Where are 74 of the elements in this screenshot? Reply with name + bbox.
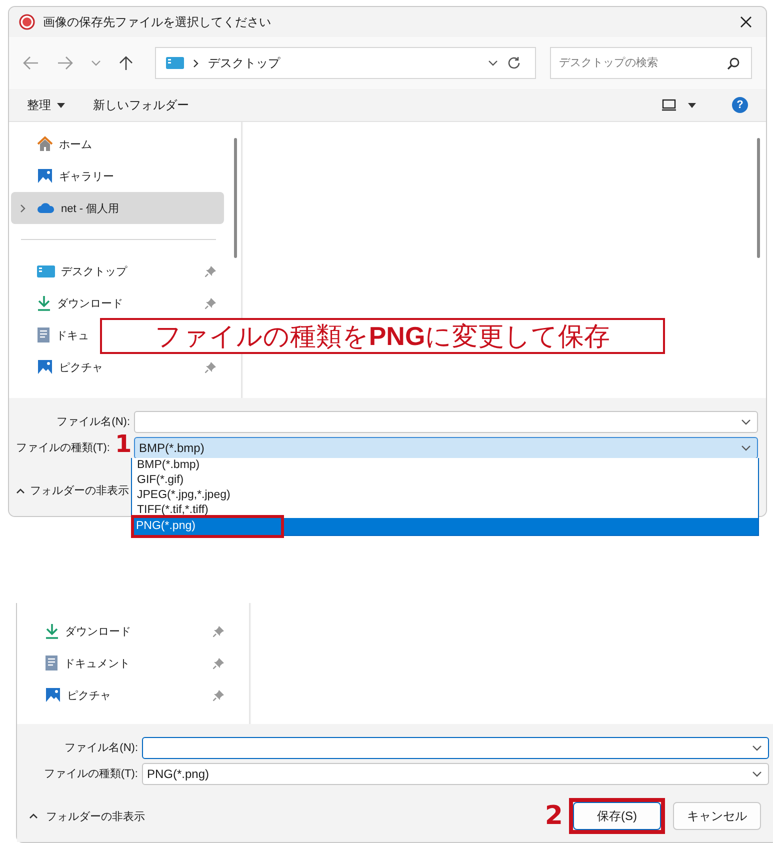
sidebar-item[interactable]: ギャラリー	[11, 166, 120, 186]
hide-folders-button[interactable]: フォルダーの非表示	[23, 804, 151, 828]
organize-button[interactable]: 整理	[19, 94, 73, 116]
chevron-up-icon	[29, 813, 38, 819]
field-label: ファイルの種類(T):	[42, 767, 139, 781]
forward-icon[interactable]	[57, 56, 73, 70]
file-name-field[interactable]	[134, 410, 758, 432]
picture-icon	[45, 687, 61, 703]
step-number: 1	[115, 430, 132, 458]
field-label: ファイル名(N):	[56, 415, 131, 429]
sidebar-item[interactable]: デスクトップ	[11, 261, 224, 281]
step-number: 2	[544, 801, 563, 831]
chevron-down-icon	[752, 744, 762, 750]
breadcrumb-chevron-icon	[193, 58, 199, 68]
help-icon[interactable]: ?	[732, 97, 748, 113]
pin-icon[interactable]	[213, 658, 224, 668]
pin-icon[interactable]	[205, 298, 216, 308]
caret-icon	[57, 102, 65, 108]
search-field[interactable]: デスクトップの検索	[550, 47, 752, 79]
up-icon[interactable]	[119, 55, 133, 71]
dropdown-option[interactable]: BMP(*.bmp)	[132, 458, 758, 473]
pin-icon[interactable]	[205, 266, 216, 276]
chevron-down-icon[interactable]	[488, 60, 498, 66]
download-icon	[37, 295, 51, 311]
desktop-icon	[166, 56, 184, 70]
pin-icon[interactable]	[205, 362, 216, 372]
field-label: ファイル名(N):	[64, 741, 139, 755]
desktop-icon	[37, 264, 55, 278]
scrollbar[interactable]	[234, 138, 237, 258]
field-label: ファイルの種類(T):	[16, 441, 110, 455]
sidebar-item[interactable]: ドキュメント	[19, 647, 232, 679]
document-icon	[37, 327, 50, 343]
pin-icon[interactable]	[213, 626, 224, 636]
window-title: 画像の保存先ファイルを選択してください	[43, 14, 271, 30]
sidebar-item[interactable]: ドキュ	[11, 325, 95, 345]
sidebar-item[interactable]: ピクチャ	[11, 357, 224, 377]
expand-chevron-icon[interactable]	[20, 204, 26, 212]
sidebar-item[interactable]: ダウンロード	[19, 615, 232, 647]
dropdown-option[interactable]: PNG(*.png)	[132, 518, 758, 535]
cancel-button[interactable]: キャンセル	[673, 802, 761, 830]
picture-icon	[37, 359, 53, 375]
chevron-down-icon	[752, 770, 762, 776]
view-icon[interactable]	[662, 99, 676, 111]
save-button[interactable]: 保存(S)	[573, 802, 661, 830]
file-type-dropdown[interactable]: PNG(*.png)	[142, 762, 769, 784]
dropdown-option[interactable]: JPEG(*.jpg,*.jpeg)	[132, 488, 758, 503]
dropdown-option[interactable]: TIFF(*.tif,*.tiff)	[132, 503, 758, 518]
house-icon	[37, 136, 53, 152]
picture-icon	[37, 168, 53, 184]
chevron-down-icon	[741, 418, 751, 424]
new-folder-button[interactable]: 新しいフォルダー	[85, 94, 197, 116]
chevron-up-icon	[16, 488, 25, 494]
sidebar-item[interactable]: ホーム	[11, 134, 98, 154]
hide-folders-button[interactable]: フォルダーの非表示	[15, 479, 130, 502]
close-icon[interactable]	[740, 16, 752, 28]
sidebar-item[interactable]: ダウンロード	[11, 293, 224, 313]
sidebar-item[interactable]: net - 個人用	[11, 192, 224, 224]
file-name-field[interactable]	[142, 736, 769, 758]
address-bar[interactable]: デスクトップ	[155, 47, 536, 79]
caret-icon[interactable]	[688, 102, 696, 108]
scrollbar[interactable]	[757, 138, 760, 258]
document-icon	[45, 655, 58, 671]
download-icon	[45, 623, 59, 639]
callout-text: ファイルの種類をPNGに変更して保存	[100, 318, 665, 354]
app-icon	[19, 14, 35, 30]
cloud-icon	[37, 202, 55, 214]
pin-icon[interactable]	[213, 690, 224, 700]
sidebar-item[interactable]: ピクチャ	[19, 679, 232, 711]
dropdown-option[interactable]: GIF(*.gif)	[132, 473, 758, 488]
back-icon[interactable]	[23, 56, 39, 70]
file-type-dropdown[interactable]: BMP(*.bmp)	[134, 436, 758, 458]
search-icon	[727, 57, 740, 70]
refresh-icon[interactable]	[507, 56, 521, 70]
chevron-down-icon	[741, 444, 751, 450]
